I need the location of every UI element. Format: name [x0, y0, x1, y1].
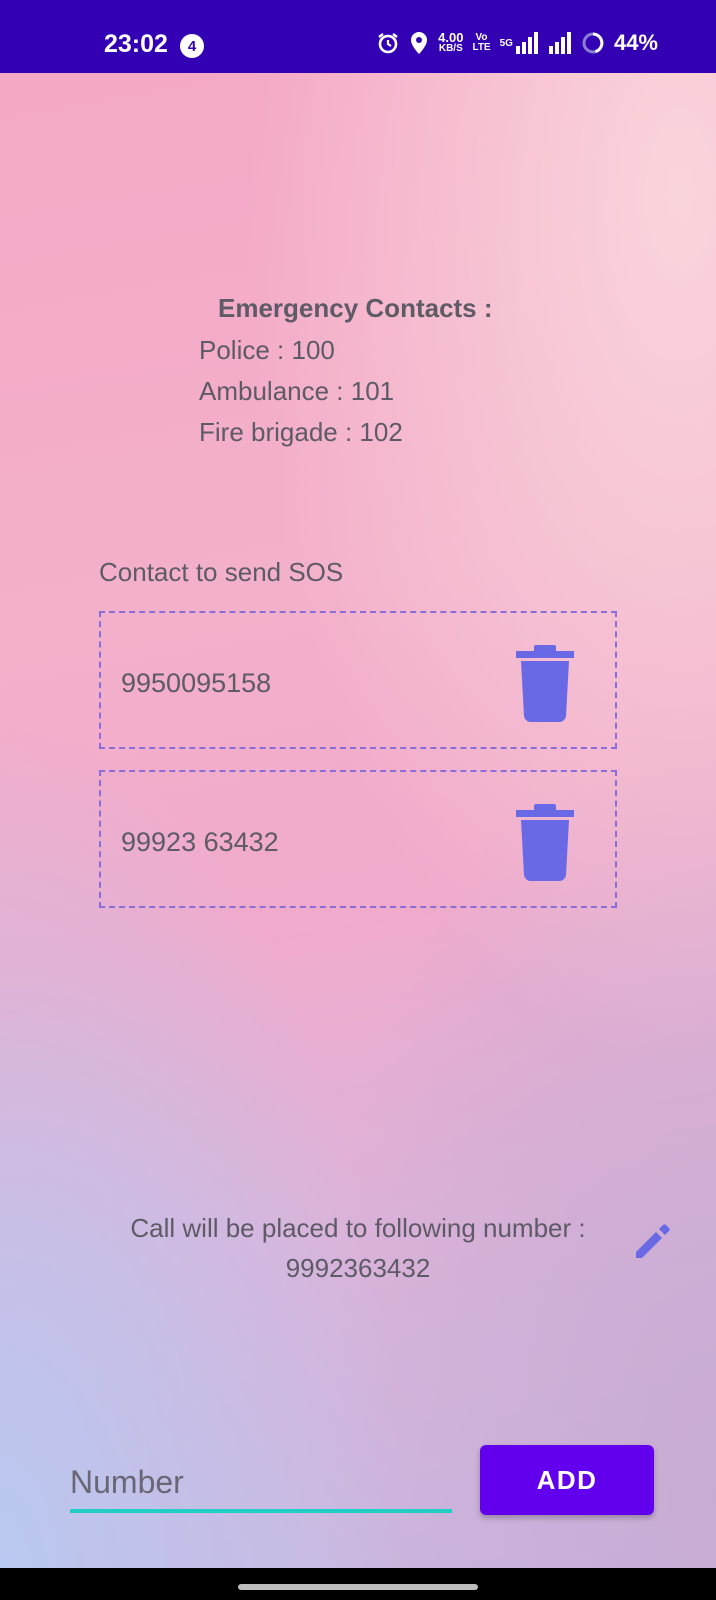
status-bar: 23:02 4 4.00 KB/S Vo LTE 5G 44% — [0, 0, 716, 73]
signal-5g-icon: 5G — [500, 32, 539, 54]
sos-contacts-label: Contact to send SOS — [99, 557, 344, 587]
emergency-line-ambulance: Ambulance : 101 — [199, 376, 395, 406]
signal-icon — [548, 32, 572, 54]
network-speed: 4.00 KB/S — [438, 30, 464, 54]
sos-contact-number: 99923 63432 — [121, 827, 279, 857]
app-screen: Emergency Contacts : Police : 100 Ambula… — [0, 73, 716, 1568]
call-info-text: Call will be placed to following number … — [130, 1213, 586, 1243]
network-speed-value: 4.00 — [438, 30, 464, 45]
emergency-contacts-title: Emergency Contacts : — [218, 293, 493, 323]
network-speed-unit: KB/S — [438, 43, 463, 54]
trash-icon — [516, 645, 574, 723]
status-time: 23:02 — [104, 30, 168, 58]
emergency-line-fire-brigade: Fire brigade : 102 — [199, 417, 403, 447]
alarm-icon — [376, 31, 400, 55]
call-number: 9992363432 — [285, 1253, 431, 1283]
delete-contact-button[interactable] — [514, 802, 576, 882]
trash-icon — [516, 804, 574, 882]
number-input[interactable] — [70, 1458, 452, 1506]
battery-icon — [581, 31, 605, 55]
add-button[interactable]: ADD — [480, 1445, 654, 1515]
emergency-line-police: Police : 100 — [199, 335, 335, 365]
volte-bottom: LTE — [472, 42, 491, 53]
network-5g-label: 5G — [499, 37, 513, 49]
location-icon — [409, 31, 429, 55]
status-icons: 4.00 KB/S Vo LTE 5G 44% — [376, 30, 658, 56]
home-gesture-handle[interactable] — [238, 1584, 478, 1590]
battery-percentage: 44% — [613, 30, 658, 55]
sos-contact-item: 99923 63432 — [99, 770, 617, 908]
notification-count-badge: 4 — [180, 34, 204, 58]
volte-indicator: Vo LTE — [472, 33, 490, 53]
call-number-info: Call will be placed to following number … — [80, 1208, 636, 1288]
pencil-icon — [636, 1224, 670, 1258]
number-input-underline — [70, 1509, 452, 1513]
edit-call-number-button[interactable] — [632, 1221, 672, 1261]
sos-contact-number: 9950095158 — [121, 668, 272, 698]
delete-contact-button[interactable] — [514, 643, 576, 723]
sos-contact-item: 9950095158 — [99, 611, 617, 749]
